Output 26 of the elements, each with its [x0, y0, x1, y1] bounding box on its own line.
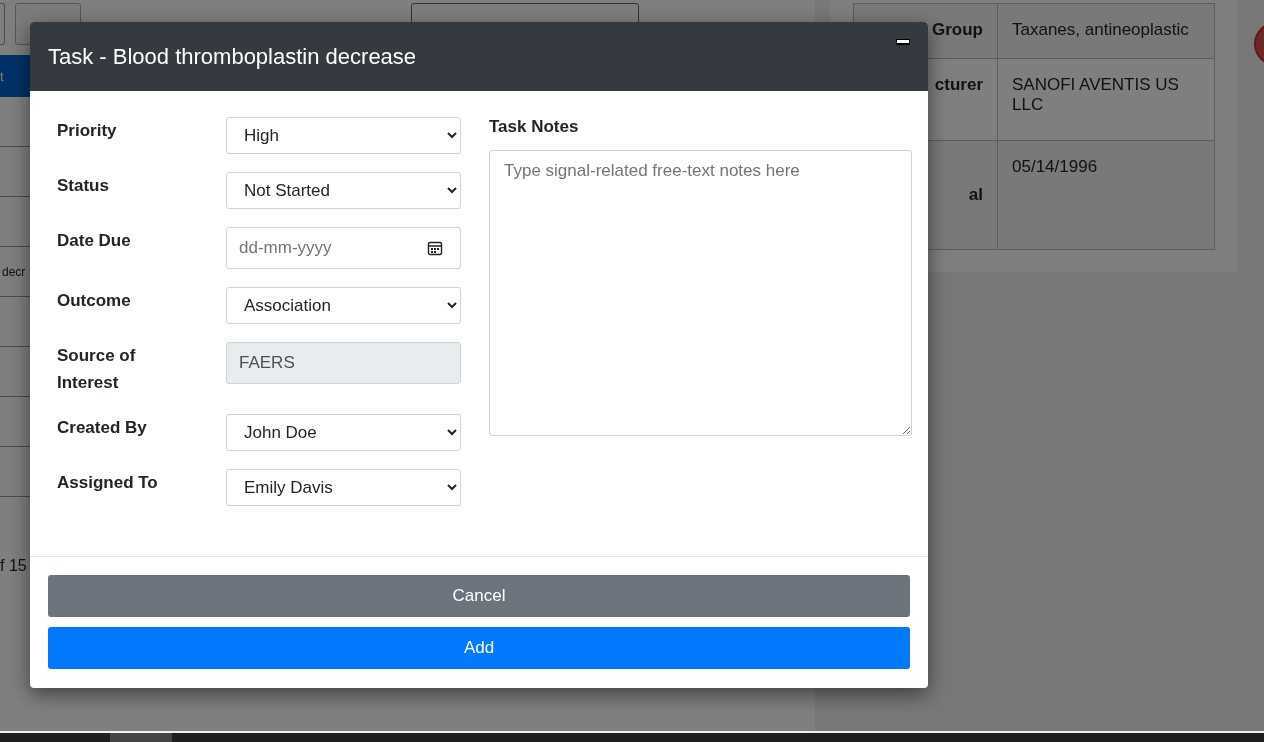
notes-field[interactable]: Type signal-related free-text notes here	[489, 150, 912, 436]
table-cell-text: decr	[1, 264, 26, 279]
field-label: Assigned To	[57, 472, 159, 494]
field-label: Created By	[57, 417, 148, 439]
date-field[interactable]: dd-mm-yyyy	[226, 227, 461, 269]
table-cell: 05/14/1996	[997, 140, 1215, 250]
dropdown[interactable]: High	[226, 117, 461, 154]
field-label: Priority	[57, 120, 118, 142]
table-cell: Taxanes, antineoplastic	[997, 3, 1215, 59]
field-label: Date Due	[57, 230, 132, 252]
pagination-text: f 15	[0, 557, 27, 574]
dialog-title: Task - Blood thromboplastin decrease	[48, 43, 417, 70]
notes-label: Task Notes	[489, 117, 580, 137]
field-label: Outcome	[57, 290, 132, 312]
readonly-field[interactable]: FAERS	[226, 342, 461, 384]
field-label: Status	[57, 175, 110, 197]
dropdown[interactable]: Emily Davis	[226, 469, 461, 506]
field-label: Source of Interest	[57, 345, 137, 394]
dropdown[interactable]: John Doe	[226, 414, 461, 451]
cancel-button[interactable]: Cancel	[48, 575, 910, 617]
add-button[interactable]: Add	[48, 627, 910, 669]
calendar-icon[interactable]	[427, 240, 443, 256]
minimize-icon[interactable]	[896, 39, 910, 45]
dropdown[interactable]: Not Started	[226, 172, 461, 209]
table-cell: SANOFI AVENTIS US LLC	[997, 58, 1215, 141]
dropdown[interactable]: Association	[226, 287, 461, 324]
